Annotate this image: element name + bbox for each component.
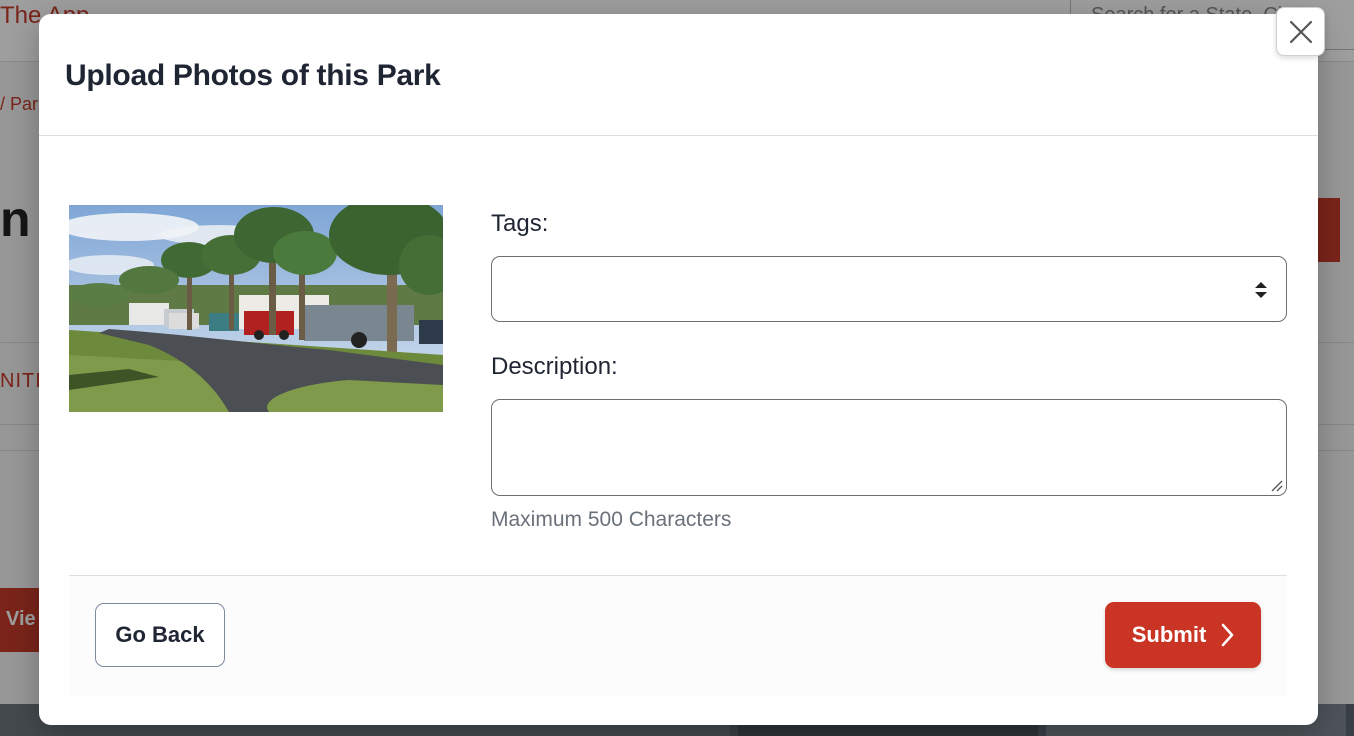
modal-title: Upload Photos of this Park [65,59,441,92]
close-icon [1289,20,1312,43]
upload-photos-modal: Upload Photos of this Park Tags: Descrip… [39,14,1318,725]
tags-label: Tags: [491,210,549,237]
modal-header: Upload Photos of this Park [39,14,1318,136]
photo-image [69,205,443,412]
submit-label: Submit [1131,622,1207,647]
submit-button[interactable]: Submit [1105,602,1261,668]
photo-preview [69,205,443,412]
close-button[interactable] [1276,7,1325,56]
description-textarea[interactable] [491,399,1287,496]
tags-select[interactable] [491,256,1287,322]
go-back-button[interactable]: Go Back [95,603,225,667]
resize-grip-icon[interactable] [1269,478,1283,492]
description-label: Description: [491,353,618,380]
description-hint: Maximum 500 Characters [491,508,732,531]
select-arrows-icon [1255,282,1267,298]
go-back-label: Go Back [115,622,205,647]
chevron-right-icon [1222,623,1234,647]
